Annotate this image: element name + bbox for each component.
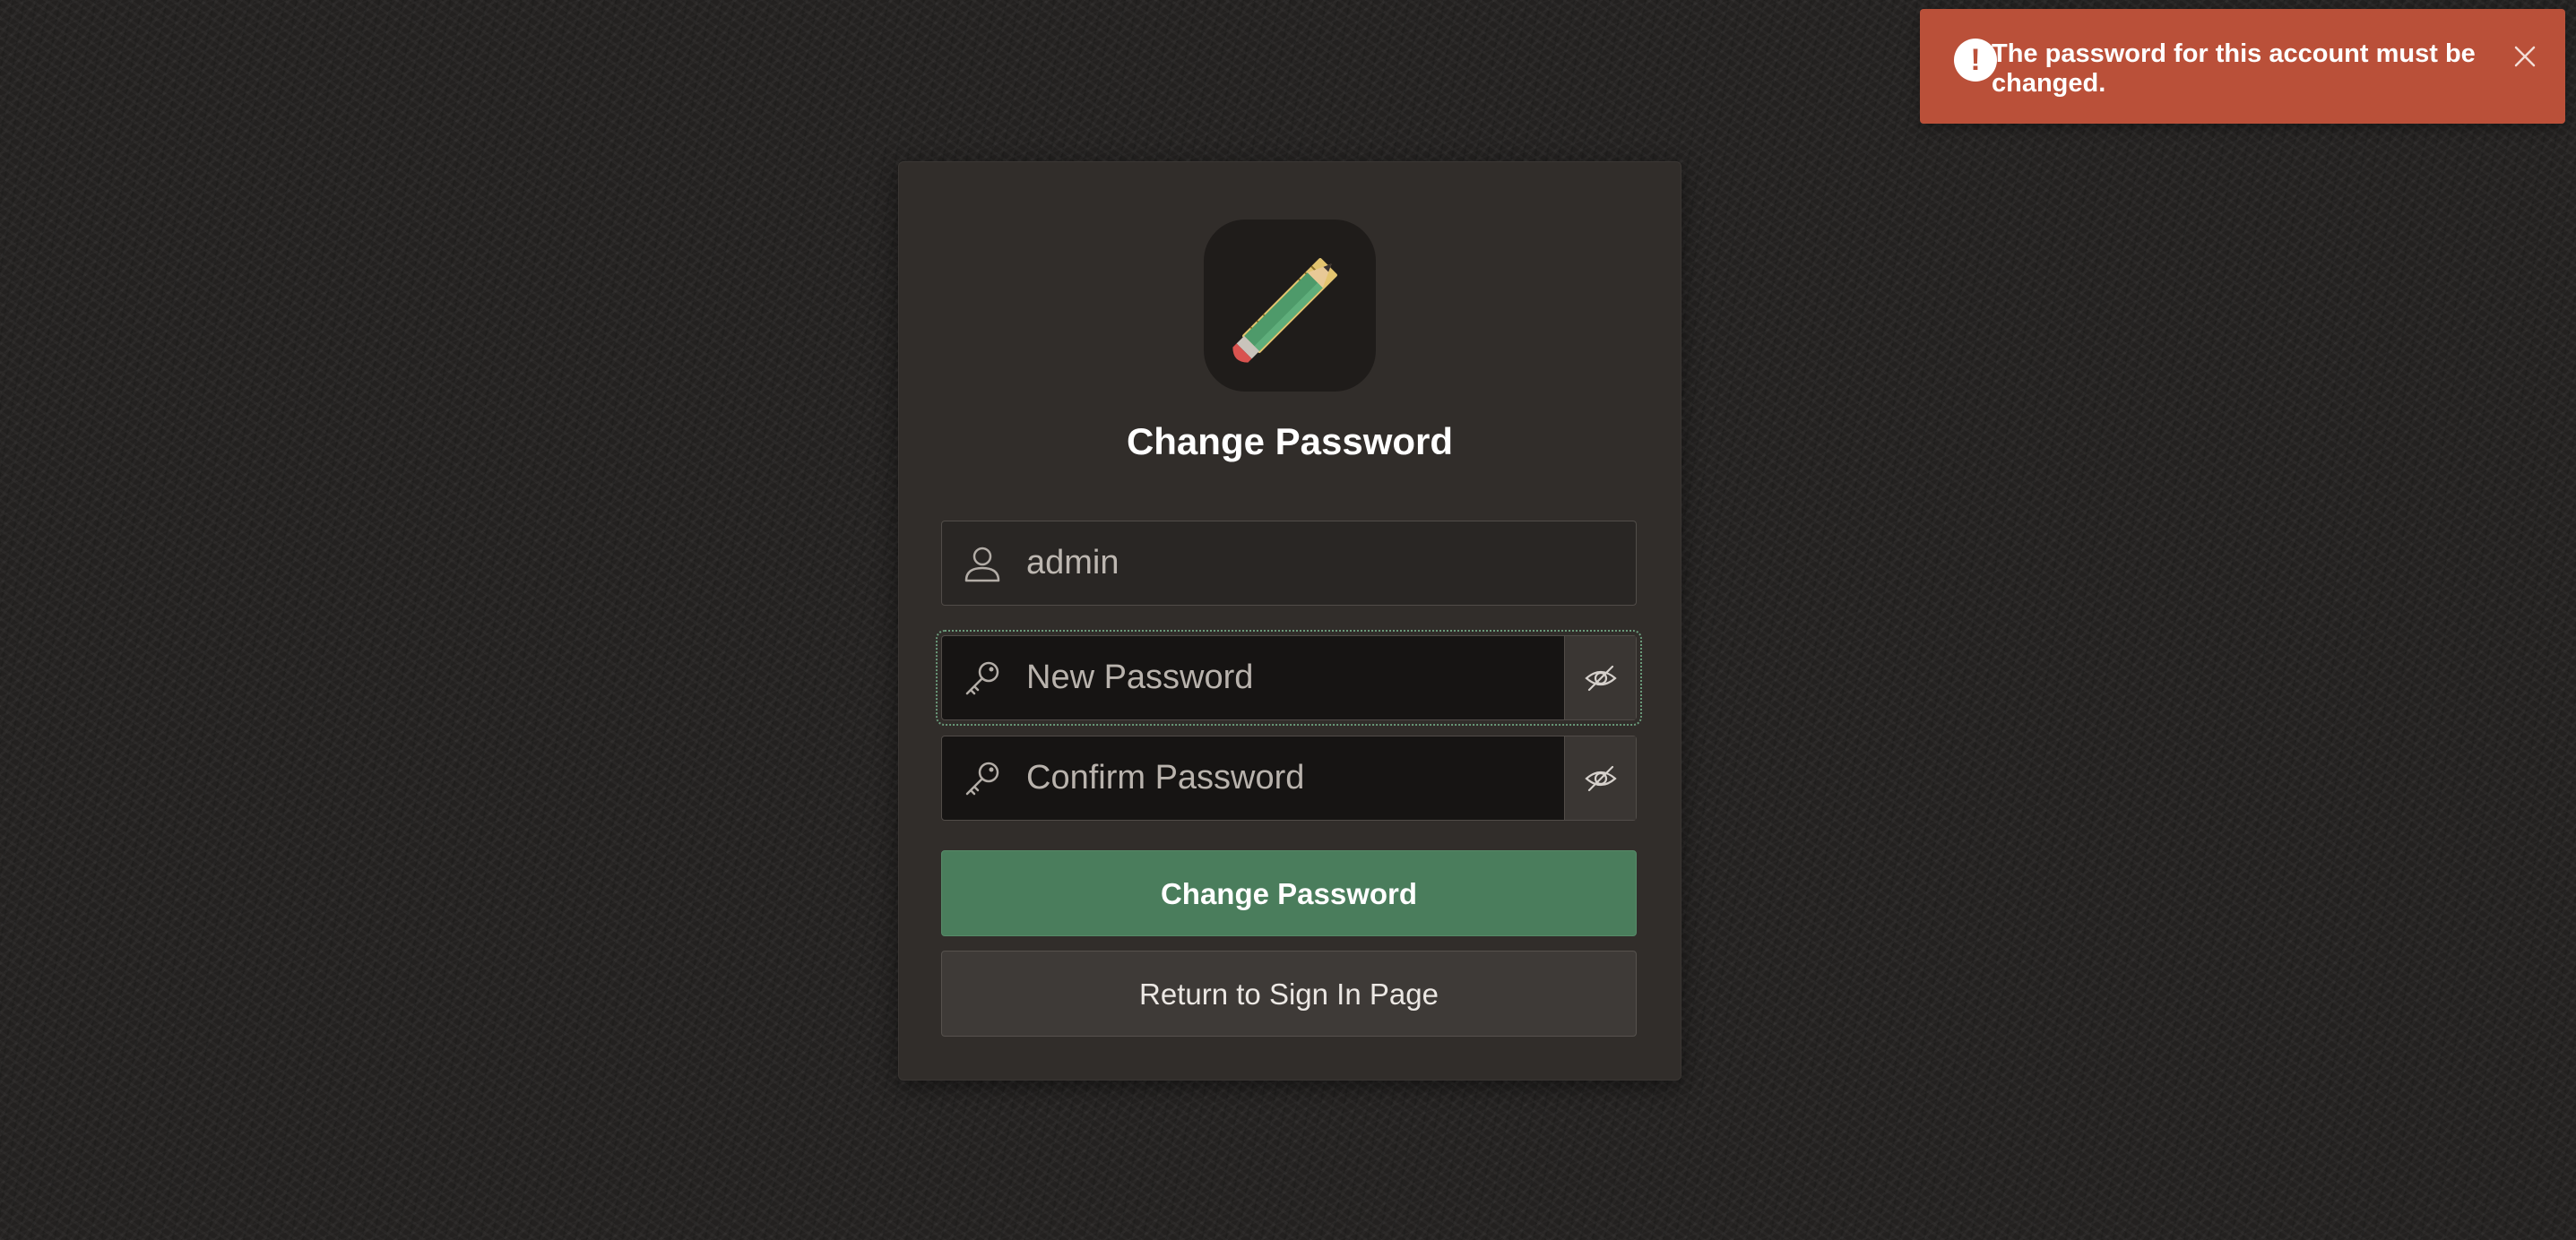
confirm-password-field	[941, 736, 1637, 821]
new-password-input[interactable]	[1026, 636, 1546, 719]
user-icon	[962, 543, 1003, 584]
close-icon[interactable]	[2511, 43, 2538, 70]
confirm-password-input[interactable]	[1026, 736, 1546, 820]
change-password-button[interactable]: Change Password	[941, 850, 1637, 936]
username-field	[941, 521, 1637, 606]
key-icon	[962, 758, 1003, 799]
exclamation-icon: !	[1954, 39, 1997, 82]
change-password-card: Change Password admin Change Password Re…	[898, 161, 1681, 1081]
key-icon	[962, 658, 1003, 699]
pencil-ruler-icon	[1204, 220, 1376, 392]
username-input[interactable]	[1026, 521, 1546, 605]
page-title: Change Password	[1126, 420, 1454, 462]
return-to-sign-in-button[interactable]: Return to Sign In Page	[941, 951, 1637, 1037]
alert-message: The password for this account must be ch…	[1992, 39, 2476, 98]
eye-slash-icon[interactable]	[1564, 736, 1636, 820]
eye-slash-icon[interactable]	[1564, 636, 1636, 719]
new-password-field	[936, 630, 1642, 726]
password-change-alert: ! The password for this account must be …	[1920, 9, 2565, 124]
